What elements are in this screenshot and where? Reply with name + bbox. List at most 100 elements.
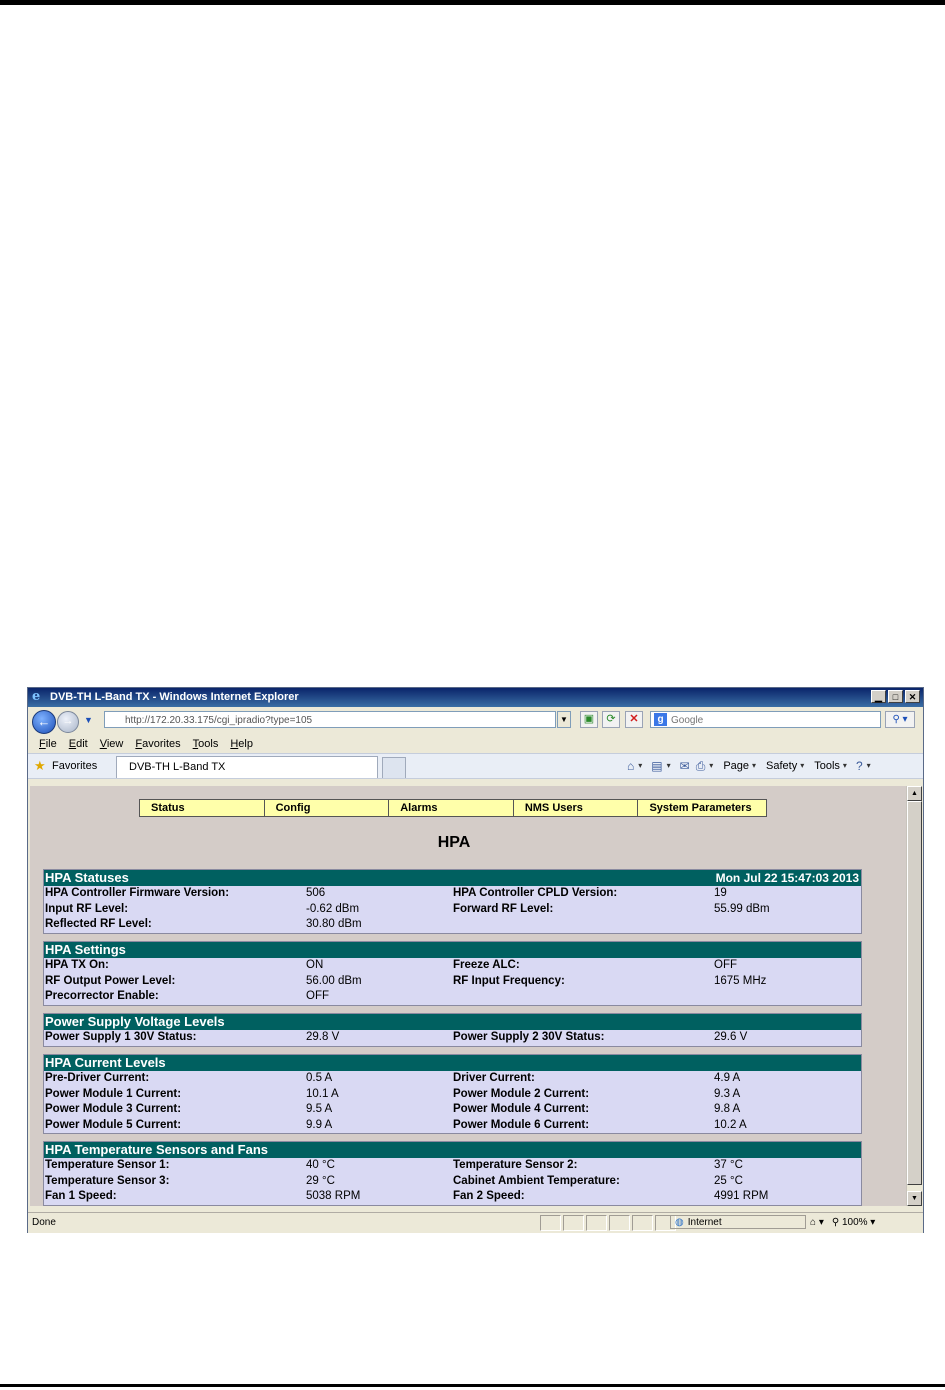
window-controls: ▁ □ ✕	[871, 690, 920, 703]
maximize-button[interactable]: □	[888, 690, 903, 703]
field-value: -0.62 dBm	[306, 902, 360, 915]
field-label: RF Output Power Level:	[45, 974, 176, 987]
section-title: HPA Statuses	[45, 870, 129, 885]
menu-file[interactable]: File	[33, 735, 63, 753]
table-row: Power Module 1 Current: 10.1 A Power Mod…	[44, 1087, 861, 1103]
section-title: Power Supply Voltage Levels	[45, 1014, 225, 1029]
menu-tools[interactable]: Tools	[187, 735, 225, 753]
status-cell	[586, 1215, 607, 1231]
history-dropdown-icon[interactable]: ▼	[84, 715, 93, 725]
table-row: Precorrector Enable: OFF	[44, 989, 861, 1005]
menu-help[interactable]: Help	[224, 735, 259, 753]
field-value: 30.80 dBm	[306, 918, 362, 930]
help-icon[interactable]: ?	[853, 754, 866, 778]
back-button[interactable]: ←	[32, 710, 56, 734]
field-label: Reflected RF Level:	[45, 918, 152, 930]
print-icon[interactable]: ⎙	[693, 754, 709, 778]
zoom-control[interactable]: ⚲ 100% ▾	[832, 1213, 876, 1233]
close-button[interactable]: ✕	[905, 690, 920, 703]
field-value: 29.6 V	[714, 1031, 748, 1043]
url-dropdown-button[interactable]: ▼	[557, 711, 571, 728]
section-header: HPA Settings	[44, 942, 861, 958]
vertical-scrollbar[interactable]: ▲ ▼	[906, 786, 922, 1206]
nav-config[interactable]: Config	[265, 800, 390, 816]
field-label: Power Supply 1 30V Status:	[45, 1031, 197, 1043]
command-bar: ⌂ ▾ ▤ ▾ ✉ ⎙ ▾ Page ▾ Safety ▾ Tools ▾ ? ▾	[624, 754, 877, 778]
protected-mode-icon[interactable]: ⌂ ▾	[810, 1213, 824, 1233]
menu-edit[interactable]: Edit	[63, 735, 94, 753]
field-label: Temperature Sensor 1:	[45, 1159, 170, 1171]
globe-icon: ◍	[675, 1217, 684, 1228]
section-current-levels: HPA Current Levels Pre-Driver Current: 0…	[43, 1054, 862, 1134]
scroll-down-button[interactable]: ▼	[907, 1191, 922, 1206]
status-cell	[563, 1215, 584, 1231]
home-icon[interactable]: ⌂	[624, 754, 637, 778]
field-label: Input RF Level:	[45, 902, 129, 915]
table-row: Temperature Sensor 3: 29 °C Cabinet Ambi…	[44, 1174, 861, 1190]
table-row: Reflected RF Level: 30.80 dBm	[44, 917, 861, 933]
minimize-button[interactable]: ▁	[871, 690, 886, 703]
field-value: 9.8 A	[714, 1103, 741, 1115]
ie-logo-icon: e	[32, 689, 41, 704]
table-row: Input RF Level: -0.62 dBm Forward RF Lev…	[44, 902, 861, 918]
scroll-thumb[interactable]	[907, 801, 922, 1185]
nav-nms-users[interactable]: NMS Users	[514, 800, 639, 816]
url-input[interactable]	[104, 711, 556, 728]
table-row: HPA TX On: ON Freeze ALC: OFF	[44, 958, 861, 974]
field-value: 9.5 A	[306, 1103, 333, 1115]
nav-status[interactable]: Status	[140, 800, 265, 816]
menu-favorites[interactable]: Favorites	[129, 735, 186, 753]
section-title: HPA Settings	[45, 942, 126, 957]
scroll-up-button[interactable]: ▲	[907, 786, 922, 801]
tab-active[interactable]: DVB-TH L-Band TX	[116, 756, 378, 778]
nav-alarms[interactable]: Alarms	[389, 800, 514, 816]
field-value: OFF	[714, 959, 737, 971]
table-row: Pre-Driver Current: 0.5 A Driver Current…	[44, 1071, 861, 1087]
feeds-icon[interactable]: ▤	[648, 754, 665, 778]
field-value: 9.3 A	[714, 1087, 741, 1100]
field-label: Freeze ALC:	[453, 959, 520, 971]
stop-button[interactable]: ✕	[625, 711, 643, 728]
mail-icon[interactable]: ✉	[677, 754, 693, 778]
search-button[interactable]: ⚲ ▾	[885, 711, 915, 728]
table-row: Fan 1 Speed: 5038 RPM Fan 2 Speed: 4991 …	[44, 1189, 861, 1205]
favorites-button[interactable]: Favorites	[52, 754, 97, 778]
safety-menu[interactable]: Safety	[762, 754, 799, 778]
google-icon: g	[654, 713, 667, 726]
favorites-star-icon[interactable]: ★	[34, 754, 46, 778]
field-value: 9.9 A	[306, 1118, 333, 1131]
window-title: DVB-TH L-Band TX - Windows Internet Expl…	[50, 691, 299, 703]
page-menu[interactable]: Page	[719, 754, 751, 778]
tools-menu[interactable]: Tools	[810, 754, 842, 778]
field-label: HPA TX On:	[45, 959, 109, 971]
field-label: Power Module 4 Current:	[453, 1103, 590, 1115]
page-viewport: Status Config Alarms NMS Users System Pa…	[30, 786, 906, 1206]
browser-window: e DVB-TH L-Band TX - Windows Internet Ex…	[27, 687, 924, 1233]
field-label: Power Module 5 Current:	[45, 1118, 182, 1131]
favorites-bar: ★ Favorites DVB-TH L-Band TX ⌂ ▾ ▤ ▾ ✉ ⎙ ▾ …	[28, 753, 923, 779]
field-label: Precorrector Enable:	[45, 990, 159, 1002]
section-temperature-fans: HPA Temperature Sensors and Fans Tempera…	[43, 1141, 862, 1206]
search-input[interactable]	[650, 711, 881, 728]
compatibility-view-button[interactable]: ▣	[580, 711, 598, 728]
refresh-button[interactable]: ⟳	[602, 711, 620, 728]
field-label: Power Module 3 Current:	[45, 1103, 182, 1115]
page-bottom-rule	[0, 1384, 945, 1387]
status-cell	[540, 1215, 561, 1231]
field-value: 10.2 A	[714, 1118, 747, 1131]
table-row: Power Module 5 Current: 9.9 A Power Modu…	[44, 1118, 861, 1134]
field-value: 37 °C	[714, 1159, 743, 1171]
section-header: HPA Temperature Sensors and Fans	[44, 1142, 861, 1158]
field-label: Power Module 1 Current:	[45, 1087, 182, 1100]
field-label: Forward RF Level:	[453, 902, 554, 915]
nav-system-parameters[interactable]: System Parameters	[638, 800, 766, 816]
new-tab-button[interactable]	[382, 757, 406, 778]
field-value: 55.99 dBm	[714, 902, 770, 915]
field-value: 5038 RPM	[306, 1190, 361, 1202]
menu-view[interactable]: View	[94, 735, 130, 753]
status-cells	[540, 1215, 676, 1231]
forward-button[interactable]: →	[57, 711, 79, 733]
table-row: RF Output Power Level: 56.00 dBm RF Inpu…	[44, 974, 861, 990]
section-hpa-statuses: HPA Statuses Mon Jul 22 15:47:03 2013 HP…	[43, 869, 862, 934]
field-value: 1675 MHz	[714, 974, 767, 987]
